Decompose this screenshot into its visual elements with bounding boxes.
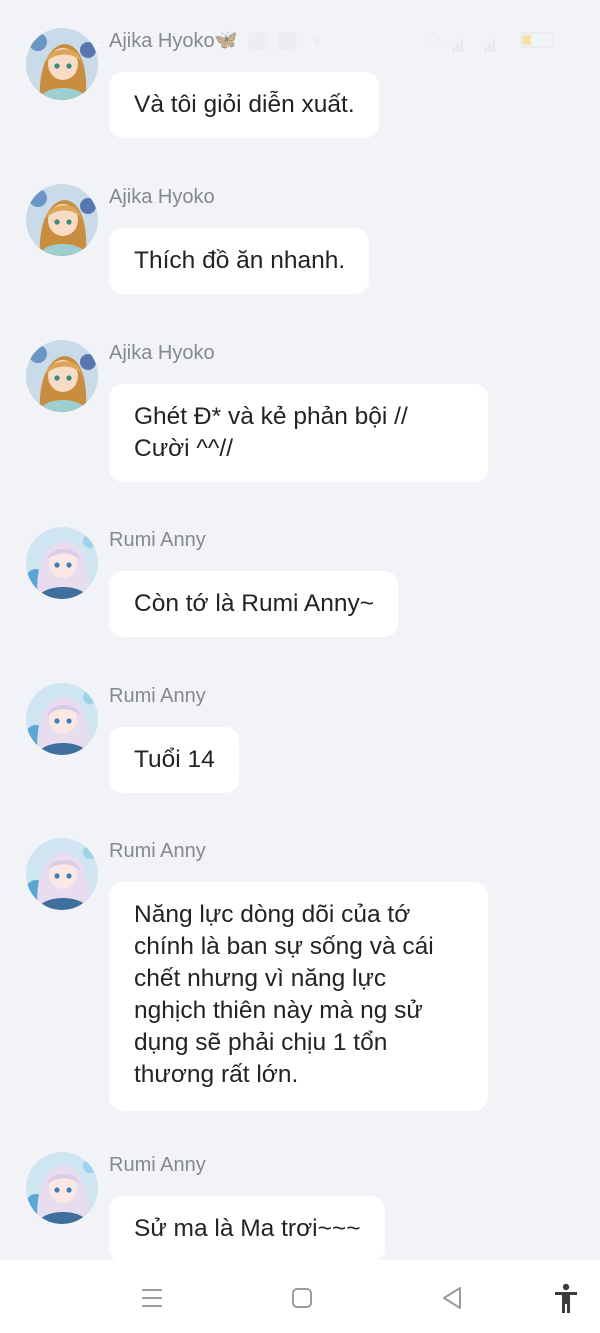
avatar-ajika[interactable] <box>26 340 98 412</box>
sender-name: Rumi Anny <box>109 1154 206 1176</box>
home-square-icon[interactable] <box>284 1280 320 1316</box>
notification-app-icon <box>248 32 268 50</box>
message-bubble[interactable]: Năng lực dòng dõi của tớ chính là ban sự… <box>109 882 488 1111</box>
sender-name: Ajika Hyoko <box>109 186 215 208</box>
message-bubble[interactable]: Thích đồ ăn nhanh. <box>109 228 370 294</box>
notification-app-icon <box>277 32 297 50</box>
sender-name: Rumi Anny <box>109 840 206 862</box>
avatar-rumi[interactable] <box>26 527 98 599</box>
navigation-bar <box>0 1260 600 1333</box>
back-triangle-icon[interactable] <box>434 1280 470 1316</box>
message-bubble[interactable]: Ghét Đ* và kẻ phản bội // Cười ^^// <box>109 384 488 482</box>
avatar-rumi[interactable] <box>26 683 98 755</box>
avatar-ajika[interactable] <box>26 28 98 100</box>
avatar-rumi[interactable] <box>26 1152 98 1224</box>
battery-icon <box>520 32 554 48</box>
message-bubble[interactable]: Sử ma là Ma trơi~~~ <box>109 1196 385 1262</box>
message-bubble[interactable]: Tuổi 14 <box>109 727 239 793</box>
sender-name: Ajika Hyoko <box>109 342 215 364</box>
avatar-rumi[interactable] <box>26 838 98 910</box>
notification-dot-icon <box>314 38 320 44</box>
menu-icon[interactable] <box>134 1280 170 1316</box>
message-bubble[interactable]: Còn tớ là Rumi Anny~ <box>109 571 399 637</box>
message-bubble[interactable]: Và tôi giỏi diễn xuất. <box>109 72 379 138</box>
wifi-icon: ◠ <box>424 30 442 52</box>
accessibility-icon[interactable] <box>548 1280 584 1316</box>
sender-name: Ajika Hyoko <box>109 30 215 52</box>
signal-icon <box>484 34 498 52</box>
signal-icon <box>452 34 466 52</box>
sender-name: Rumi Anny <box>109 685 206 707</box>
avatar-ajika[interactable] <box>26 184 98 256</box>
chat-screen: 20:07 🦋 ◠ Ajika Hyoko Và tôi giỏi diễn x… <box>0 0 600 1333</box>
butterfly-icon: 🦋 <box>214 30 238 51</box>
sender-name: Rumi Anny <box>109 529 206 551</box>
